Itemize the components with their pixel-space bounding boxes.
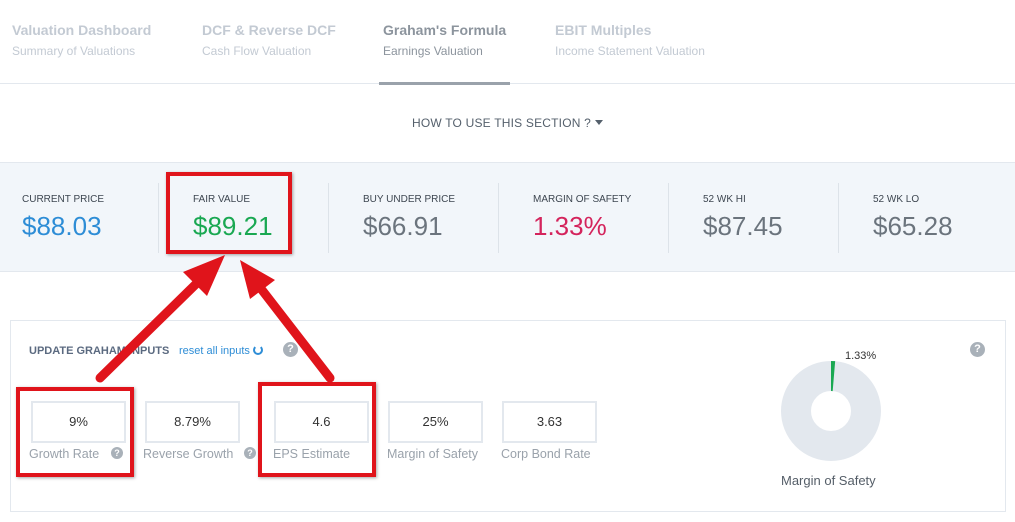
arrow-line-eps — [257, 285, 335, 383]
arrow-line-growth — [95, 279, 201, 383]
graham-valuation-page: Valuation Dashboard Summary of Valuation… — [0, 0, 1015, 522]
annotation-arrows — [95, 255, 335, 383]
